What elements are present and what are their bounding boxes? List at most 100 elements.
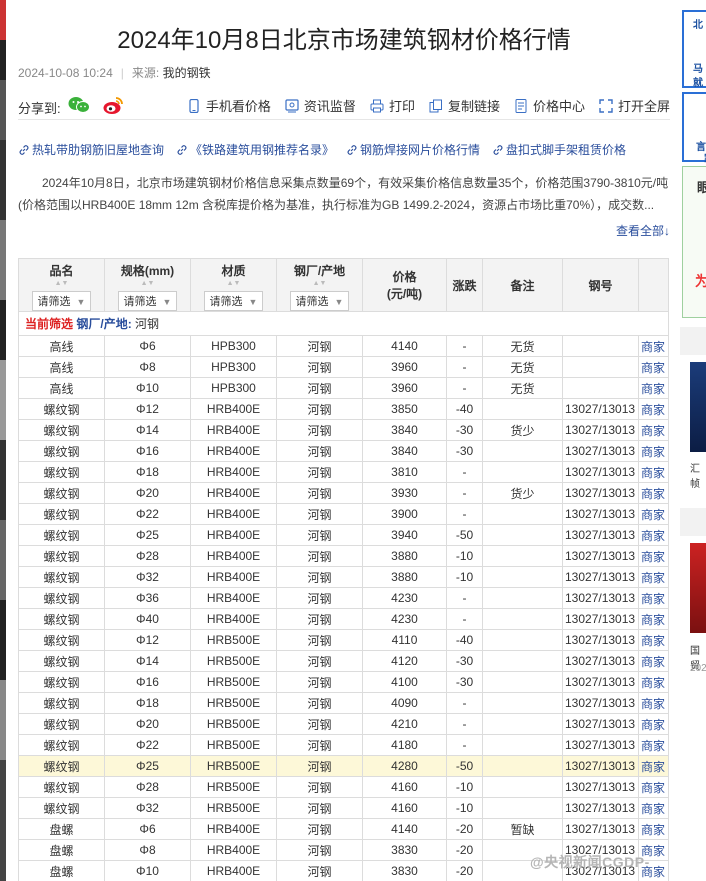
mobile-price-button[interactable]: 手机看价格 xyxy=(187,96,271,115)
cell-change: -20 xyxy=(446,860,483,881)
cell-shop[interactable]: 商家 xyxy=(638,419,669,441)
cell-price: 4120 xyxy=(362,650,447,672)
cell-code: 13027/13013 xyxy=(562,692,639,714)
cell-shop[interactable]: 商家 xyxy=(638,713,669,735)
cell-shop[interactable]: 商家 xyxy=(638,461,669,483)
related-link-1[interactable]: 热轧带肋钢筋旧屋地查询 xyxy=(18,141,164,158)
cell-spec: Φ32 xyxy=(104,566,191,588)
cell-price: 3900 xyxy=(362,503,447,525)
filter-name-dropdown[interactable]: 请筛选 ▼ xyxy=(31,291,92,311)
cell-shop[interactable]: 商家 xyxy=(638,629,669,651)
print-button[interactable]: 打印 xyxy=(370,96,415,115)
cell-shop[interactable]: 商家 xyxy=(638,797,669,819)
cell-price: 3830 xyxy=(362,839,447,861)
sort-icon: ▲▼ xyxy=(312,280,327,287)
cell-code: 13027/13013 xyxy=(562,713,639,735)
related-link-3[interactable]: 钢筋焊接网片价格行情 xyxy=(346,141,480,158)
cell-shop[interactable]: 商家 xyxy=(638,587,669,609)
sidebar-news-caption-1[interactable]: 汇帧 xyxy=(690,460,706,490)
sidebar-ad-3[interactable]: 眼 为 xyxy=(682,166,706,318)
cell-shop[interactable]: 商家 xyxy=(638,692,669,714)
cell-note xyxy=(482,398,563,420)
cell-spec: Φ8 xyxy=(104,356,191,378)
view-all-link[interactable]: 查看全部↓ xyxy=(616,222,670,239)
cell-shop[interactable]: 商家 xyxy=(638,776,669,798)
current-filter-key: 钢厂/产地: xyxy=(76,317,132,331)
header-mill: 钢厂/产地 ▲▼ 请筛选 ▼ xyxy=(276,258,363,312)
cell-shop[interactable]: 商家 xyxy=(638,566,669,588)
sidebar-ad-2[interactable]: 言 家 xyxy=(682,92,706,165)
wechat-icon[interactable] xyxy=(68,96,90,114)
link-icon xyxy=(493,144,503,155)
cell-mill: 河钢 xyxy=(276,650,363,672)
related-link-2[interactable]: 《铁路建筑用钢推荐名录》 xyxy=(176,141,334,158)
cell-material: HRB500E xyxy=(190,734,277,756)
cell-price: 3960 xyxy=(362,356,447,378)
mobile-icon xyxy=(189,98,199,113)
sidebar-news-image-1[interactable] xyxy=(690,362,706,452)
cell-code: 13027/13013 xyxy=(562,461,639,483)
table-row: 螺纹钢 Φ12 HRB400E 河钢 3850 -40 13027/13013 商家 xyxy=(18,398,669,420)
cell-spec: Φ16 xyxy=(104,440,191,462)
table-row: 高线 Φ8 HPB300 河钢 3960- 无货 商家 xyxy=(18,356,669,378)
cell-price: 3840 xyxy=(362,419,447,441)
cell-change: -10 xyxy=(446,566,483,588)
filter-spec-dropdown[interactable]: 请筛选 ▼ xyxy=(117,291,178,311)
cell-shop[interactable]: 商家 xyxy=(638,356,669,378)
weibo-icon[interactable] xyxy=(102,96,124,116)
source-label: 来源: xyxy=(131,66,160,80)
news-supervise-button[interactable]: 资讯监督 xyxy=(285,96,356,115)
cell-shop[interactable]: 商家 xyxy=(638,734,669,756)
cell-name: 螺纹钢 xyxy=(18,629,105,651)
cell-material: HRB500E xyxy=(190,692,277,714)
cell-name: 螺纹钢 xyxy=(18,524,105,546)
cell-mill: 河钢 xyxy=(276,608,363,630)
article-main: 2024年10月8日北京市场建筑钢材价格行情 2024-10-08 10:24 |… xyxy=(18,0,670,881)
cell-material: HRB400E xyxy=(190,545,277,567)
cell-code xyxy=(562,356,639,378)
cell-shop[interactable]: 商家 xyxy=(638,755,669,777)
cell-name: 螺纹钢 xyxy=(18,776,105,798)
cell-mill: 河钢 xyxy=(276,503,363,525)
table-row: 螺纹钢 Φ32 HRB400E 河钢 3880 -10 13027/13013 商家 xyxy=(18,566,669,588)
header-note: 备注 xyxy=(482,258,563,312)
cell-shop[interactable]: 商家 xyxy=(638,377,669,399)
price-center-button[interactable]: 价格中心 xyxy=(514,96,585,115)
cell-material: HRB400E xyxy=(190,524,277,546)
cell-shop[interactable]: 商家 xyxy=(638,818,669,840)
cell-price: 4100 xyxy=(362,671,447,693)
cell-shop[interactable]: 商家 xyxy=(638,503,669,525)
copy-link-button[interactable]: 复制链接 xyxy=(429,96,500,115)
cell-shop[interactable]: 商家 xyxy=(638,650,669,672)
table-row: 螺纹钢 Φ18 HRB400E 河钢 3810- 13027/13013 商家 xyxy=(18,461,669,483)
sidebar-news-image-2[interactable] xyxy=(690,543,706,633)
current-filter-value: 河钢 xyxy=(135,317,160,331)
cell-shop[interactable]: 商家 xyxy=(638,608,669,630)
cell-note xyxy=(482,650,563,672)
cell-shop[interactable]: 商家 xyxy=(638,335,669,357)
cell-shop[interactable]: 商家 xyxy=(638,545,669,567)
filter-material-dropdown[interactable]: 请筛选 ▼ xyxy=(203,291,264,311)
cell-note: 货少 xyxy=(482,482,563,504)
tool-label: 打开全屏 xyxy=(617,99,670,114)
cell-shop[interactable]: 商家 xyxy=(638,524,669,546)
table-row: 螺纹钢 Φ16 HRB500E 河钢 4100 -30 13027/13013 商家 xyxy=(18,671,669,693)
filter-mill-dropdown[interactable]: 请筛选 ▼ xyxy=(289,291,350,311)
cell-spec: Φ22 xyxy=(104,503,191,525)
table-header-row: 品名 ▲▼ 请筛选 ▼ 规格(mm) ▲▼ 请筛选 ▼ 材质 ▲▼ 请筛选 ▼ 钢厂/产地 ▲▼ 请筛… xyxy=(18,258,669,312)
cell-price: 3840 xyxy=(362,440,447,462)
cell-shop[interactable]: 商家 xyxy=(638,482,669,504)
fullscreen-button[interactable]: 打开全屏 xyxy=(599,96,670,115)
cell-code: 13027/13013 xyxy=(562,524,639,546)
cell-shop[interactable]: 商家 xyxy=(638,440,669,462)
cell-price: 3930 xyxy=(362,482,447,504)
cell-mill: 河钢 xyxy=(276,629,363,651)
cell-mill: 河钢 xyxy=(276,440,363,462)
cell-shop[interactable]: 商家 xyxy=(638,398,669,420)
cell-spec: Φ28 xyxy=(104,776,191,798)
cell-shop[interactable]: 商家 xyxy=(638,671,669,693)
sidebar-ad-1[interactable]: 北 马 就 xyxy=(682,10,706,89)
header-spec: 规格(mm) ▲▼ 请筛选 ▼ xyxy=(104,258,191,312)
related-link-4[interactable]: 盘扣式脚手架租赁价格 xyxy=(492,141,626,158)
cell-change: - xyxy=(446,377,483,399)
